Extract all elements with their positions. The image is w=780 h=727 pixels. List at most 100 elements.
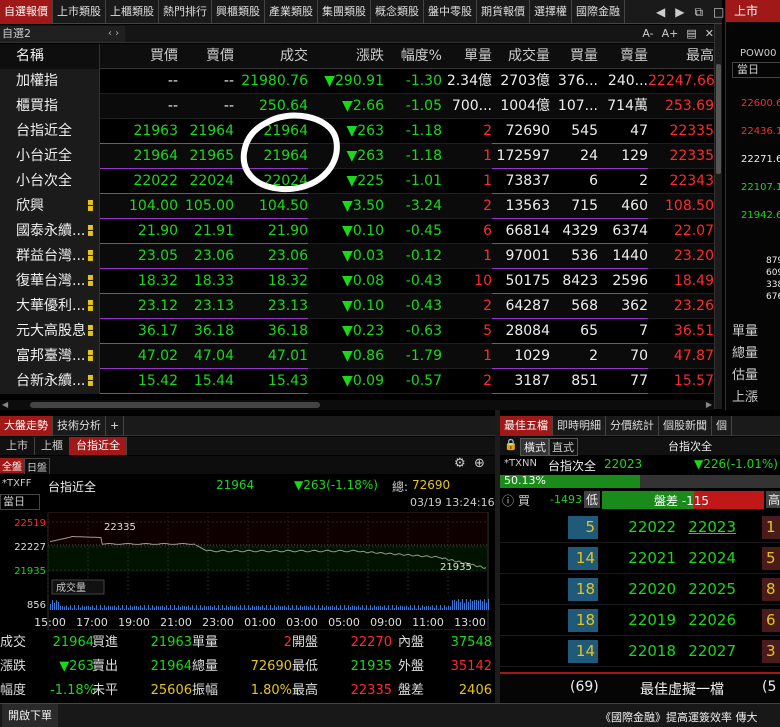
market-tab-0[interactable]: 上市: [0, 437, 35, 455]
table-row[interactable]: 群益台灣... 23.05 23.06 23.06 ▼0.03 -0.12 1 97001 53…: [0, 244, 714, 269]
horizontal-mode-button[interactable]: 橫式: [520, 438, 550, 456]
header-bid[interactable]: 買價: [100, 44, 178, 69]
lock-icon[interactable]: 🔒: [504, 438, 518, 451]
ask-price[interactable]: 22023: [686, 512, 736, 543]
top-tab-9[interactable]: 期貨報價: [477, 0, 530, 24]
top-tab-1[interactable]: 上市類股: [53, 0, 106, 24]
top-tab-3[interactable]: 熱門排行: [159, 0, 212, 24]
watchlist-nav-arrows[interactable]: ‹ ›: [108, 26, 119, 42]
session-full-button[interactable]: 全盤: [0, 458, 24, 473]
right-panel-period-select[interactable]: 當日: [732, 62, 780, 78]
bid-price[interactable]: 22019: [626, 605, 676, 636]
header-hi[interactable]: 最高: [648, 44, 714, 69]
ask-price[interactable]: 22026: [686, 605, 736, 636]
vertical-scrollbar[interactable]: [714, 24, 722, 409]
table-row[interactable]: 大華優利... 23.12 23.13 23.13 ▼0.10 -0.43 2 64287 56…: [0, 294, 714, 319]
cell-chg: ▼0.10: [342, 298, 384, 314]
bid-price[interactable]: 22020: [626, 574, 676, 605]
ask-price[interactable]: 22027: [686, 636, 736, 667]
bid-price[interactable]: 22022: [626, 512, 676, 543]
scroll-left-icon[interactable]: ◀: [2, 400, 8, 409]
volume-bar: [408, 607, 409, 610]
cell-tvol: 1004億: [500, 98, 550, 114]
order-book-tab-4[interactable]: 個: [712, 416, 732, 436]
table-row[interactable]: 復華台灣... 18.32 18.33 18.32 ▼0.08 -0.43 10 50175 8…: [0, 269, 714, 294]
info-icon[interactable]: ⓘ: [502, 492, 514, 509]
table-row[interactable]: 富邦臺灣... 47.02 47.04 47.01 ▼0.86 -1.79 1 1029 2 70…: [0, 344, 714, 369]
order-book-tab-2[interactable]: 分價統計: [606, 416, 659, 436]
chart-tab-1[interactable]: 技術分析: [53, 416, 106, 436]
volume-bar: [412, 608, 413, 610]
header-bsz[interactable]: 買量: [550, 44, 598, 69]
layout-icon[interactable]: ▤: [686, 26, 696, 42]
nav-right-icon[interactable]: ▶: [675, 5, 684, 19]
top-tab-10[interactable]: 選擇權: [530, 0, 572, 24]
ask-price[interactable]: 22025: [686, 574, 736, 605]
table-row[interactable]: 欣興 104.00 105.00 104.50 ▼3.50 -3.24 2 13563 715 4…: [0, 194, 714, 219]
watchlist-selector[interactable]: 自選2: [0, 26, 125, 42]
order-book-last: 22023: [604, 457, 643, 471]
vertical-mode-button[interactable]: 直式: [548, 438, 578, 456]
header-pct[interactable]: 幅度%: [384, 44, 442, 69]
market-tab-2[interactable]: 台指近全: [70, 437, 127, 455]
table-row[interactable]: 小台次全 22022 22024 22024 ▼225 -1.01 1 73837 6 2 2234…: [0, 169, 714, 194]
table-row[interactable]: 加權指 -- -- 21980.76 ▼290.91 -1.30 2.34億 2703億 376…: [0, 69, 714, 94]
table-row[interactable]: 元大高股息 36.17 36.18 36.18 ▼0.23 -0.63 5 28084 65 7 3…: [0, 319, 714, 344]
header-vol[interactable]: 單量: [442, 44, 492, 69]
header-ask[interactable]: 賣價: [178, 44, 234, 69]
top-tab-2[interactable]: 上櫃類股: [106, 0, 159, 24]
maximize-icon[interactable]: □: [713, 5, 724, 19]
top-tab-0[interactable]: 自選報價: [0, 0, 53, 24]
news-ticker[interactable]: 《國際金融》提高運簽效率 傳大: [600, 709, 758, 725]
chart-tab-2[interactable]: +: [106, 416, 125, 436]
gear-icon[interactable]: ⚙: [454, 456, 466, 471]
table-row[interactable]: 台新永續... 15.42 15.44 15.43 ▼0.09 -0.57 2 3187 851…: [0, 369, 714, 394]
header-last[interactable]: 成交: [234, 44, 308, 69]
open-order-button[interactable]: 開啟下單: [2, 704, 58, 727]
chart-period-select[interactable]: 當日: [0, 494, 40, 510]
order-book-tab-3[interactable]: 個股新聞: [659, 416, 712, 436]
close-icon[interactable]: ✕: [705, 26, 714, 42]
session-day-button[interactable]: 日盤: [24, 458, 50, 475]
nav-left-icon[interactable]: ◀: [656, 5, 665, 19]
top-tab-5[interactable]: 產業類股: [265, 0, 318, 24]
horizontal-scrollbar[interactable]: ◀ ▶: [0, 400, 714, 410]
top-tab-11[interactable]: 國際金融: [572, 0, 625, 24]
vscroll-thumb[interactable]: [716, 64, 721, 174]
top-tab-8[interactable]: 盤中零股: [424, 0, 477, 24]
scroll-thumb[interactable]: [30, 402, 320, 408]
header-name[interactable]: 名稱: [0, 44, 100, 69]
header-tvol[interactable]: 成交量: [492, 44, 550, 69]
ask-price[interactable]: 22024: [686, 543, 736, 574]
cell-vol: 2.34億: [446, 73, 492, 89]
table-row[interactable]: 小台近全 21964 21965 21964 ▼263 -1.18 1 172597 24 129…: [0, 144, 714, 169]
order-book-tab-1[interactable]: 即時明細: [553, 416, 606, 436]
font-decrease-button[interactable]: A-: [642, 26, 653, 42]
add-indicator-icon[interactable]: ⊕: [474, 456, 485, 471]
stat-1-6: 最低: [292, 659, 319, 674]
bid-price[interactable]: 22021: [626, 543, 676, 574]
bid-price[interactable]: 22018: [626, 636, 676, 667]
top-tab-7[interactable]: 概念類股: [371, 0, 424, 24]
table-row[interactable]: 櫃買指 -- -- 250.64 ▼2.66 -1.05 700... 1004億 107...…: [0, 94, 714, 119]
table-row[interactable]: 國泰永續... 21.90 21.91 21.90 ▼0.10 -0.45 6 66814 43…: [0, 219, 714, 244]
volume-bar: [322, 605, 323, 610]
order-book-tab-0[interactable]: 最佳五檔: [500, 416, 553, 436]
header-chg[interactable]: 漲跌: [308, 44, 384, 69]
right-panel-tab[interactable]: 上市: [726, 0, 780, 22]
volume-bar: [350, 606, 351, 610]
table-row[interactable]: 台指近全 21963 21964 21964 ▼263 -1.18 2 72690 545 47 2…: [0, 119, 714, 144]
cell-pct: -1.79: [405, 348, 442, 364]
cell-hi: 47.87: [673, 348, 714, 364]
font-increase-button[interactable]: A+: [662, 26, 679, 42]
top-tab-6[interactable]: 集團類股: [318, 0, 371, 24]
top-tab-4[interactable]: 興櫃類股: [212, 0, 265, 24]
chart-tab-0[interactable]: 大盤走勢: [0, 416, 53, 436]
header-asz[interactable]: 賣量: [598, 44, 648, 69]
popout-icon[interactable]: ⧉: [694, 5, 703, 20]
volume-bar: [324, 607, 325, 610]
market-tab-1[interactable]: 上櫃: [35, 437, 70, 455]
cell-asz: 240...: [607, 73, 648, 89]
intraday-chart[interactable]: 22519 22227 21935 856 22335 21935 成交量 15:00 17:0…: [0, 512, 495, 630]
scroll-right-icon[interactable]: ▶: [706, 400, 712, 409]
